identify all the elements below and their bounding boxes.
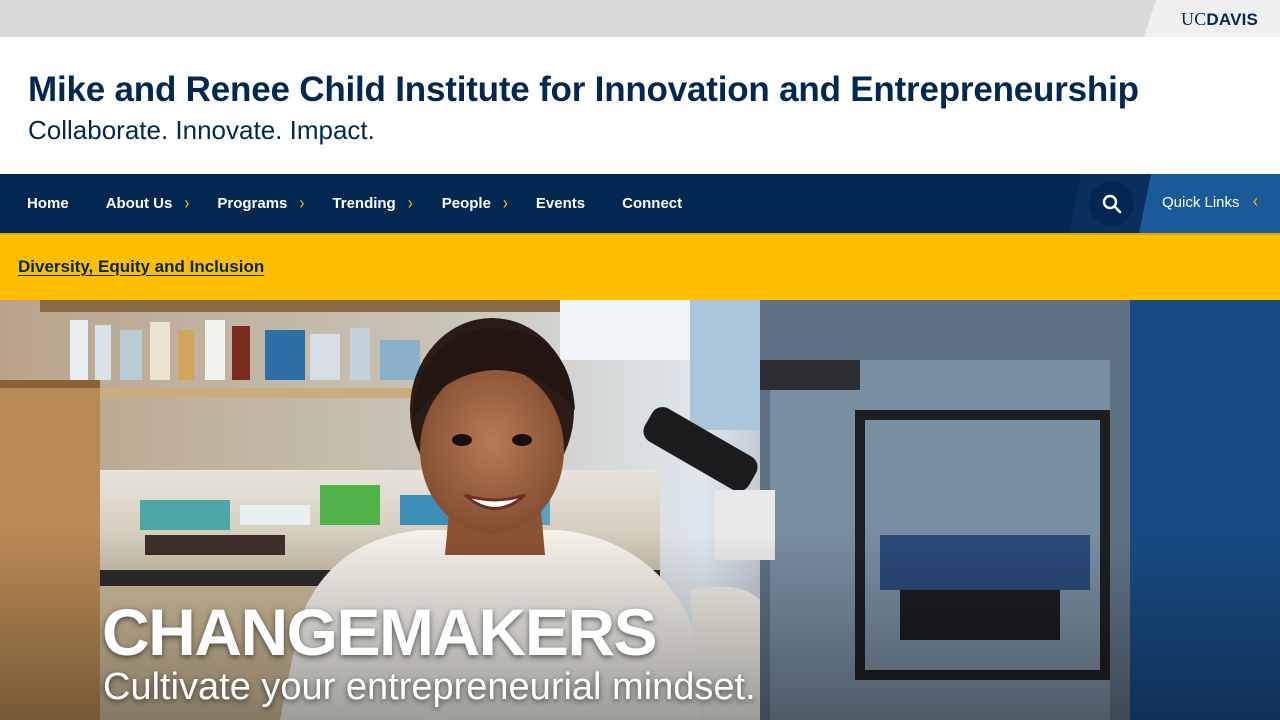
quick-links-label: Quick Links [1162,194,1240,211]
site-title[interactable]: Mike and Renee Child Institute for Innov… [28,70,1139,110]
dei-link[interactable]: Diversity, Equity and Inclusion [18,257,264,277]
ucdavis-logo: UCDAVIS [1181,9,1259,29]
search-icon [1102,194,1122,214]
nav-item-label: Events [535,195,586,212]
hero-subtitle: Cultivate your entrepreneurial mindset. [103,666,756,708]
nav-item-programs[interactable]: Programs › [217,174,304,233]
hero-banner: CHANGEMAKERS Cultivate your entrepreneur… [0,300,1280,720]
chevron-right-icon[interactable]: › [299,193,304,213]
nav-item-label: Home [27,195,69,212]
hero-title: CHANGEMAKERS [102,595,658,669]
alert-banner: Diversity, Equity and Inclusion [0,233,1280,300]
primary-navigation: Home About Us › Programs › Trending › Pe… [0,174,1280,233]
quick-links-button[interactable]: Quick Links ‹ [1139,174,1280,233]
search-button[interactable] [1089,181,1134,226]
nav-item-label: Programs [217,195,288,212]
nav-item-home[interactable]: Home [27,174,69,233]
nav-item-about-us[interactable]: About Us › [106,174,190,233]
search-area [1069,174,1153,233]
chevron-left-icon: ‹ [1253,191,1258,212]
top-utility-bar: UCDAVIS [0,0,1280,37]
nav-item-people[interactable]: People › [442,174,508,233]
chevron-right-icon[interactable]: › [503,193,508,213]
site-branding: Mike and Renee Child Institute for Innov… [0,37,1280,174]
chevron-right-icon[interactable]: › [408,193,413,213]
site-slogan: Collaborate. Innovate. Impact. [28,115,375,145]
nav-item-events[interactable]: Events [536,174,585,233]
nav-item-label: People [441,195,491,212]
chevron-right-icon[interactable]: › [184,193,189,213]
nav-item-label: About Us [105,195,173,212]
nav-menu: Home About Us › Programs › Trending › Pe… [0,174,682,233]
ucdavis-logo-link[interactable]: UCDAVIS [1144,0,1280,37]
nav-item-connect[interactable]: Connect [622,174,682,233]
nav-item-label: Connect [622,195,683,212]
nav-item-label: Trending [332,195,396,212]
nav-item-trending[interactable]: Trending › [332,174,412,233]
